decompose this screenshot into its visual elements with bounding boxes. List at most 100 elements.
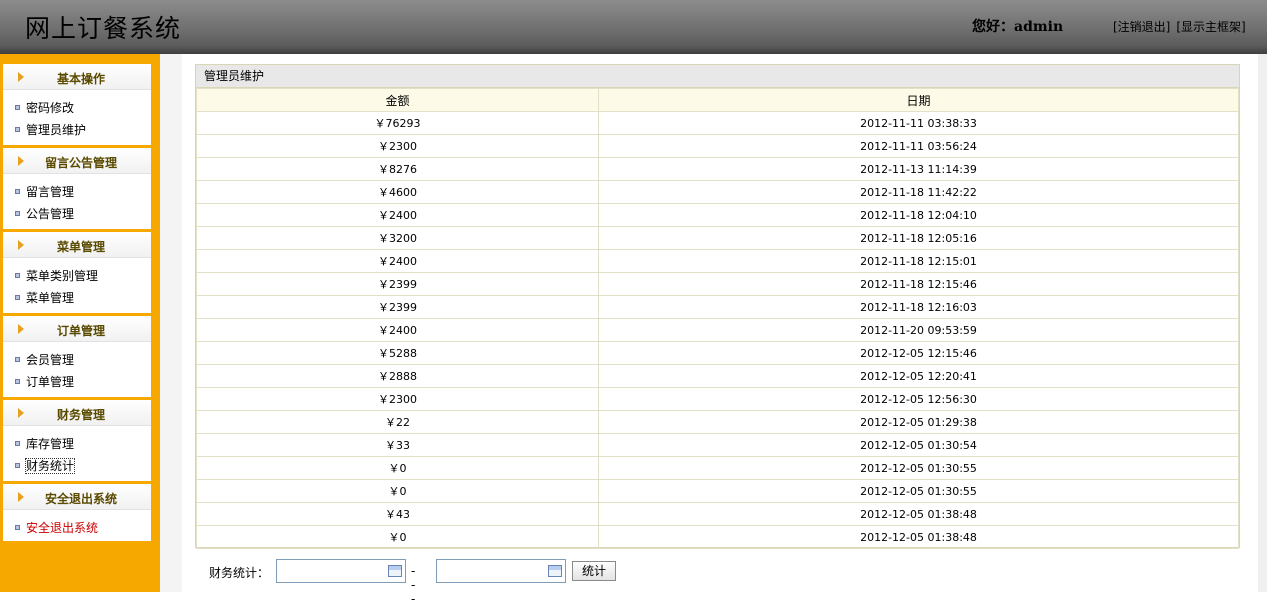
frame-divider [160, 54, 182, 592]
date-cell: 2012-12-05 12:20:41 [599, 365, 1239, 388]
menu-group-header[interactable]: 安全退出系统 [3, 484, 151, 510]
table-row: ￥33 2012-12-05 01:30:54 [197, 434, 1239, 457]
menu-group-title: 财务管理 [3, 406, 151, 423]
finance-table: 金额 日期 ￥76293 2012-11-11 03:38:33 ￥2300 2012… [196, 88, 1239, 549]
table-row: ￥22 2012-12-05 01:29:38 [197, 411, 1239, 434]
amount-cell: ￥2400 [197, 319, 599, 342]
menu-group-title: 菜单管理 [3, 238, 151, 255]
filter-label: 财务统计： [209, 564, 269, 581]
table-row: ￥3200 2012-11-18 12:05:16 [197, 227, 1239, 250]
date-cell: 2012-11-11 03:38:33 [599, 112, 1239, 135]
menu-group-exit: 安全退出系统 安全退出系统 [3, 484, 151, 541]
sidebar-item-change-password[interactable]: 密码修改 [15, 99, 74, 116]
sidebar-item-menu-management[interactable]: 菜单管理 [15, 289, 74, 306]
vertical-scrollbar[interactable] [1258, 54, 1267, 592]
calendar-icon[interactable] [388, 565, 402, 577]
menu-group-header[interactable]: 订单管理 [3, 316, 151, 342]
table-row: ￥2888 2012-12-05 12:20:41 [197, 365, 1239, 388]
sidebar-item-finance-statistics[interactable]: 财务统计 [15, 457, 74, 474]
calendar-icon[interactable] [548, 565, 562, 577]
menu-group-header[interactable]: 基本操作 [3, 64, 151, 90]
logout-link[interactable]: [注销退出] [1113, 20, 1170, 34]
date-cell: 2012-11-18 12:04:10 [599, 204, 1239, 227]
amount-cell: ￥2400 [197, 204, 599, 227]
table-row: ￥2399 2012-11-18 12:15:46 [197, 273, 1239, 296]
date-cell: 2012-12-05 01:30:55 [599, 457, 1239, 480]
amount-cell: ￥2399 [197, 296, 599, 319]
panel-title: 管理员维护 [196, 65, 1239, 88]
date-cell: 2012-12-05 01:38:48 [599, 526, 1239, 549]
menu-group-menu: 菜单管理 菜单类别管理 菜单管理 [3, 232, 151, 313]
sidebar: 基本操作 密码修改 管理员维护 留言公告管理 留言管理 公告管理 菜单管理 菜单… [0, 54, 160, 592]
app-header: 网上订餐系统 您好：admin [注销退出] [显示主框架] [0, 0, 1267, 54]
table-row: ￥0 2012-12-05 01:38:48 [197, 526, 1239, 549]
date-cell: 2012-11-18 12:16:03 [599, 296, 1239, 319]
statistics-button[interactable]: 统计 [572, 561, 616, 581]
table-row: ￥2300 2012-11-11 03:56:24 [197, 135, 1239, 158]
menu-group-finance: 财务管理 库存管理 财务统计 [3, 400, 151, 481]
sidebar-item-message-management[interactable]: 留言管理 [15, 183, 74, 200]
app-title: 网上订餐系统 [25, 9, 181, 45]
menu-group-messages: 留言公告管理 留言管理 公告管理 [3, 148, 151, 229]
date-cell: 2012-12-05 01:30:54 [599, 434, 1239, 457]
bullet-icon [15, 273, 20, 278]
date-cell: 2012-11-13 11:14:39 [599, 158, 1239, 181]
menu-group-orders: 订单管理 会员管理 订单管理 [3, 316, 151, 397]
sidebar-item-member-management[interactable]: 会员管理 [15, 351, 74, 368]
table-header-row: 金额 日期 [197, 89, 1239, 112]
amount-cell: ￥33 [197, 434, 599, 457]
menu-group-header[interactable]: 菜单管理 [3, 232, 151, 258]
table-row: ￥2400 2012-11-20 09:53:59 [197, 319, 1239, 342]
table-row: ￥76293 2012-11-11 03:38:33 [197, 112, 1239, 135]
bullet-icon [15, 211, 20, 216]
table-row: ￥2399 2012-11-18 12:16:03 [197, 296, 1239, 319]
table-row: ￥2300 2012-12-05 12:56:30 [197, 388, 1239, 411]
sidebar-item-menu-category[interactable]: 菜单类别管理 [15, 267, 98, 284]
column-header-date: 日期 [599, 89, 1239, 112]
date-separator: --- [411, 564, 415, 606]
user-greeting: 您好：admin [972, 16, 1063, 36]
date-cell: 2012-11-11 03:56:24 [599, 135, 1239, 158]
sidebar-item-safe-exit[interactable]: 安全退出系统 [15, 519, 98, 536]
date-cell: 2012-12-05 12:15:46 [599, 342, 1239, 365]
date-cell: 2012-12-05 01:38:48 [599, 503, 1239, 526]
date-cell: 2012-11-20 09:53:59 [599, 319, 1239, 342]
bullet-icon [15, 105, 20, 110]
start-date-input[interactable] [276, 559, 406, 583]
table-row: ￥4600 2012-11-18 11:42:22 [197, 181, 1239, 204]
amount-cell: ￥0 [197, 457, 599, 480]
table-row: ￥2400 2012-11-18 12:15:01 [197, 250, 1239, 273]
menu-group-basic: 基本操作 密码修改 管理员维护 [3, 64, 151, 145]
amount-cell: ￥22 [197, 411, 599, 434]
column-header-amount: 金额 [197, 89, 599, 112]
amount-cell: ￥0 [197, 526, 599, 549]
amount-cell: ￥3200 [197, 227, 599, 250]
table-row: ￥5288 2012-12-05 12:15:46 [197, 342, 1239, 365]
bullet-icon [15, 127, 20, 132]
date-cell: 2012-11-18 11:42:22 [599, 181, 1239, 204]
bullet-icon [15, 379, 20, 384]
sidebar-item-announcement-management[interactable]: 公告管理 [15, 205, 74, 222]
bullet-icon [15, 357, 20, 362]
show-main-frame-link[interactable]: [显示主框架] [1176, 20, 1245, 34]
bullet-icon [15, 525, 20, 530]
date-cell: 2012-11-18 12:15:01 [599, 250, 1239, 273]
amount-cell: ￥76293 [197, 112, 599, 135]
bullet-icon [15, 463, 20, 468]
amount-cell: ￥5288 [197, 342, 599, 365]
menu-group-header[interactable]: 留言公告管理 [3, 148, 151, 174]
admin-panel: 管理员维护 金额 日期 ￥76293 2012-11-11 03:38:33 ￥23… [195, 64, 1240, 548]
amount-cell: ￥2400 [197, 250, 599, 273]
date-cell: 2012-12-05 12:56:30 [599, 388, 1239, 411]
menu-group-title: 留言公告管理 [3, 154, 151, 171]
sidebar-item-inventory-management[interactable]: 库存管理 [15, 435, 74, 452]
menu-group-header[interactable]: 财务管理 [3, 400, 151, 426]
end-date-input[interactable] [436, 559, 566, 583]
menu-group-title: 订单管理 [3, 322, 151, 339]
date-cell: 2012-12-05 01:30:55 [599, 480, 1239, 503]
bullet-icon [15, 295, 20, 300]
date-cell: 2012-12-05 01:29:38 [599, 411, 1239, 434]
sidebar-item-order-management[interactable]: 订单管理 [15, 373, 74, 390]
table-row: ￥8276 2012-11-13 11:14:39 [197, 158, 1239, 181]
sidebar-item-admin-maintenance[interactable]: 管理员维护 [15, 121, 86, 138]
